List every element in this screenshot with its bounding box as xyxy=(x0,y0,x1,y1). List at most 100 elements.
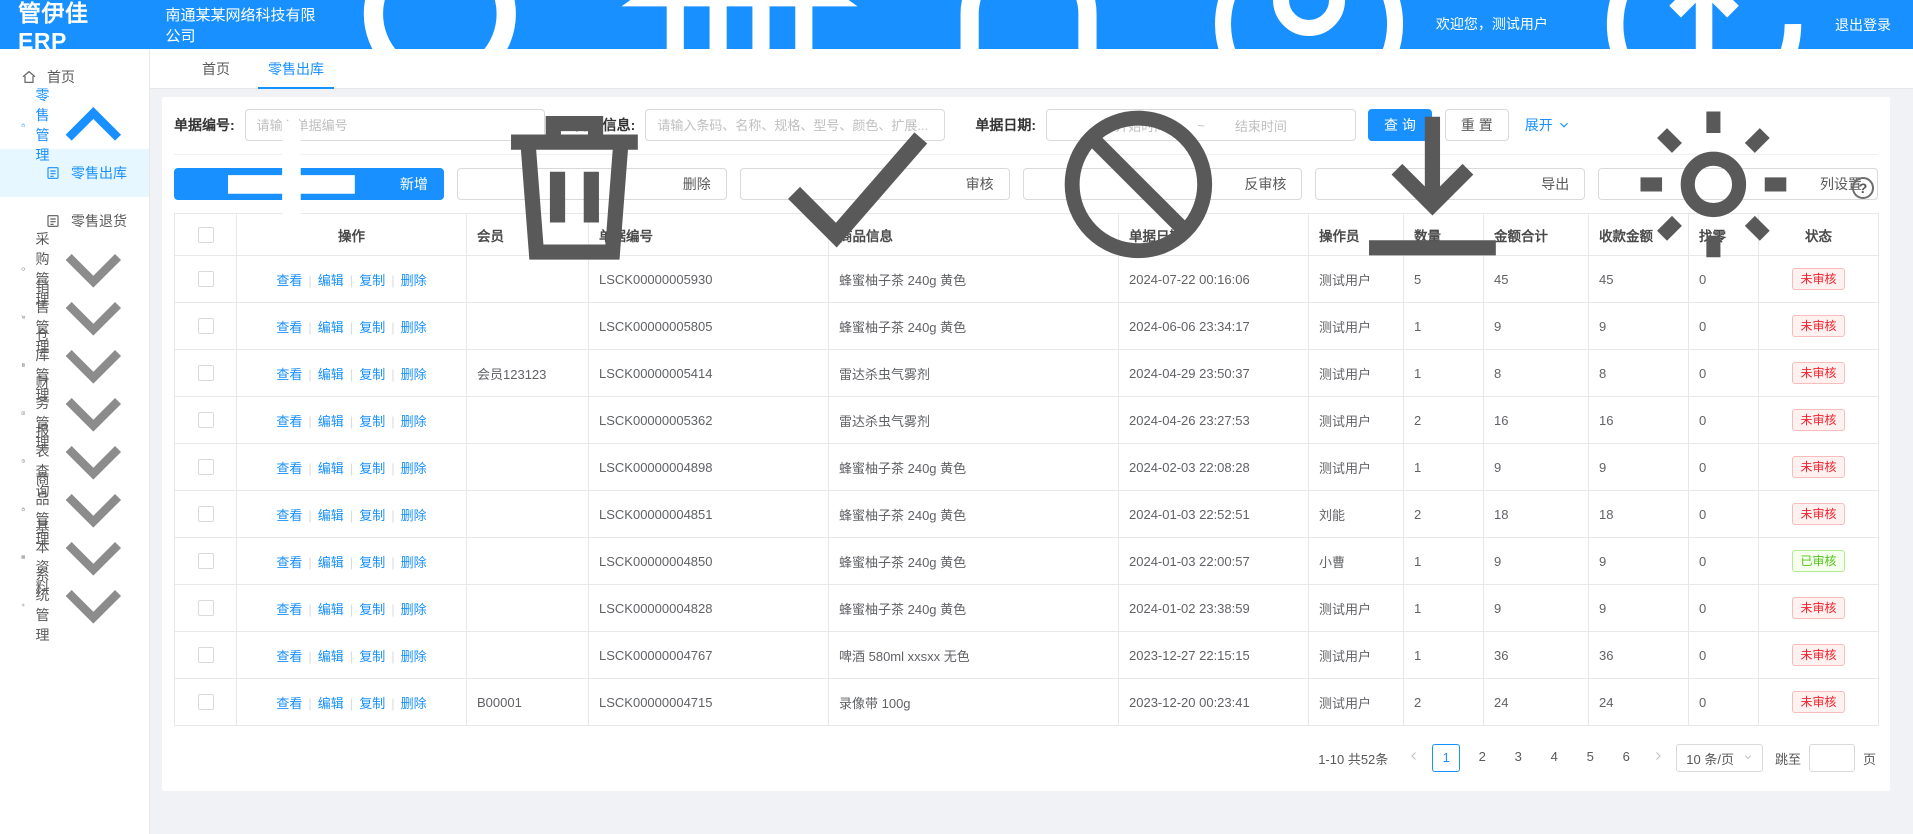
action-copy-link[interactable]: 复制 xyxy=(359,414,385,429)
audit-button[interactable]: 审核 xyxy=(740,168,1010,200)
action-delete-link[interactable]: 删除 xyxy=(401,649,427,664)
cell-goods-info: 雷达杀虫气雾剂 xyxy=(829,397,1119,444)
cell-operator: 刘能 xyxy=(1309,491,1404,538)
action-edit-link[interactable]: 编辑 xyxy=(318,367,344,382)
page-4-button[interactable]: 4 xyxy=(1540,744,1568,772)
action-view-link[interactable]: 查看 xyxy=(276,508,302,523)
action-edit-link[interactable]: 编辑 xyxy=(318,555,344,570)
action-separator: | xyxy=(350,649,353,664)
cell-received-amount: 36 xyxy=(1589,632,1689,679)
action-separator: | xyxy=(391,414,394,429)
action-delete-link[interactable]: 删除 xyxy=(401,508,427,523)
help-icon[interactable]: ? xyxy=(1852,177,1874,199)
row-checkbox[interactable] xyxy=(198,506,214,522)
content-card: 单据编号: 商品信息: 单据日期: 开始时间 ~ 结束时间 xyxy=(162,97,1890,791)
action-edit-link[interactable]: 编辑 xyxy=(318,320,344,335)
action-delete-link[interactable]: 删除 xyxy=(401,273,427,288)
cell-status: 未审核 xyxy=(1759,303,1879,350)
delete-button[interactable]: 删除 xyxy=(457,168,727,200)
cell-bill-no: LSCK00000005414 xyxy=(589,350,829,397)
export-button[interactable]: 导出 xyxy=(1315,168,1585,200)
tab-home[interactable]: 首页 xyxy=(192,49,240,89)
action-separator: | xyxy=(391,555,394,570)
action-view-link[interactable]: 查看 xyxy=(276,461,302,476)
cell-select xyxy=(175,350,237,397)
action-edit-link[interactable]: 编辑 xyxy=(318,602,344,617)
cell-goods-info: 啤酒 580ml xxsxx 无色 xyxy=(829,632,1119,679)
action-copy-link[interactable]: 复制 xyxy=(359,320,385,335)
page-2-button[interactable]: 2 xyxy=(1468,744,1496,772)
column-settings-button[interactable]: 列设置 xyxy=(1598,168,1878,200)
page-5-button[interactable]: 5 xyxy=(1576,744,1604,772)
cart-icon xyxy=(21,309,26,325)
action-separator: | xyxy=(391,508,394,523)
action-view-link[interactable]: 查看 xyxy=(276,602,302,617)
action-edit-link[interactable]: 编辑 xyxy=(318,696,344,711)
action-view-link[interactable]: 查看 xyxy=(276,367,302,382)
end-date-placeholder: 结束时间 xyxy=(1235,116,1287,135)
action-view-link[interactable]: 查看 xyxy=(276,555,302,570)
cell-received-amount: 9 xyxy=(1589,538,1689,585)
cell-quantity: 1 xyxy=(1404,350,1484,397)
action-delete-link[interactable]: 删除 xyxy=(401,414,427,429)
unaudit-button-label: 反审核 xyxy=(1244,174,1286,194)
row-checkbox[interactable] xyxy=(198,365,214,381)
jump-input[interactable] xyxy=(1809,744,1855,772)
action-copy-link[interactable]: 复制 xyxy=(359,555,385,570)
cell-received-amount: 9 xyxy=(1589,585,1689,632)
action-edit-link[interactable]: 编辑 xyxy=(318,508,344,523)
row-checkbox[interactable] xyxy=(198,459,214,475)
cell-change: 0 xyxy=(1689,585,1759,632)
action-copy-link[interactable]: 复制 xyxy=(359,602,385,617)
cell-change: 0 xyxy=(1689,538,1759,585)
page-size-select[interactable]: 10 条/页 xyxy=(1676,744,1763,772)
cell-bill-no: LSCK00000004828 xyxy=(589,585,829,632)
action-view-link[interactable]: 查看 xyxy=(276,320,302,335)
cell-bill-no: LSCK00000004898 xyxy=(589,444,829,491)
page-1-button[interactable]: 1 xyxy=(1432,744,1460,772)
action-delete-link[interactable]: 删除 xyxy=(401,555,427,570)
add-button[interactable]: 新增 xyxy=(174,168,444,200)
action-separator: | xyxy=(308,649,311,664)
sidebar-item-retail-management[interactable]: 零售管理 xyxy=(0,101,149,149)
row-checkbox[interactable] xyxy=(198,553,214,569)
bill-date-label: 单据日期: xyxy=(975,115,1036,135)
cell-member xyxy=(467,585,589,632)
row-checkbox[interactable] xyxy=(198,412,214,428)
cell-actions: 查看|编辑|复制|删除 xyxy=(237,538,467,585)
cell-actions: 查看|编辑|复制|删除 xyxy=(237,585,467,632)
action-edit-link[interactable]: 编辑 xyxy=(318,414,344,429)
action-edit-link[interactable]: 编辑 xyxy=(318,649,344,664)
action-separator: | xyxy=(308,461,311,476)
action-view-link[interactable]: 查看 xyxy=(276,696,302,711)
action-copy-link[interactable]: 复制 xyxy=(359,508,385,523)
action-separator: | xyxy=(350,696,353,711)
row-checkbox[interactable] xyxy=(198,647,214,663)
add-button-label: 新增 xyxy=(400,174,428,194)
prev-page-button[interactable] xyxy=(1404,744,1424,772)
unaudit-button[interactable]: 反审核 xyxy=(1023,168,1303,200)
row-checkbox[interactable] xyxy=(198,600,214,616)
row-checkbox[interactable] xyxy=(198,694,214,710)
pagination: 1-10 共52条12345610 条/页跳至页 xyxy=(174,726,1878,791)
action-edit-link[interactable]: 编辑 xyxy=(318,461,344,476)
sidebar-item-system-management[interactable]: 系统管理 xyxy=(0,581,149,629)
action-view-link[interactable]: 查看 xyxy=(276,414,302,429)
action-delete-link[interactable]: 删除 xyxy=(401,602,427,617)
row-checkbox[interactable] xyxy=(198,318,214,334)
action-view-link[interactable]: 查看 xyxy=(276,649,302,664)
cell-status: 未审核 xyxy=(1759,491,1879,538)
page-6-button[interactable]: 6 xyxy=(1612,744,1640,772)
tab-retail-outbound[interactable]: 零售出库 xyxy=(258,49,334,89)
action-copy-link[interactable]: 复制 xyxy=(359,367,385,382)
action-delete-link[interactable]: 删除 xyxy=(401,461,427,476)
action-copy-link[interactable]: 复制 xyxy=(359,696,385,711)
page-3-button[interactable]: 3 xyxy=(1504,744,1532,772)
action-delete-link[interactable]: 删除 xyxy=(401,696,427,711)
action-copy-link[interactable]: 复制 xyxy=(359,649,385,664)
action-copy-link[interactable]: 复制 xyxy=(359,461,385,476)
action-delete-link[interactable]: 删除 xyxy=(401,320,427,335)
next-page-button[interactable] xyxy=(1648,744,1668,772)
action-delete-link[interactable]: 删除 xyxy=(401,367,427,382)
cell-received-amount: 24 xyxy=(1589,679,1689,726)
